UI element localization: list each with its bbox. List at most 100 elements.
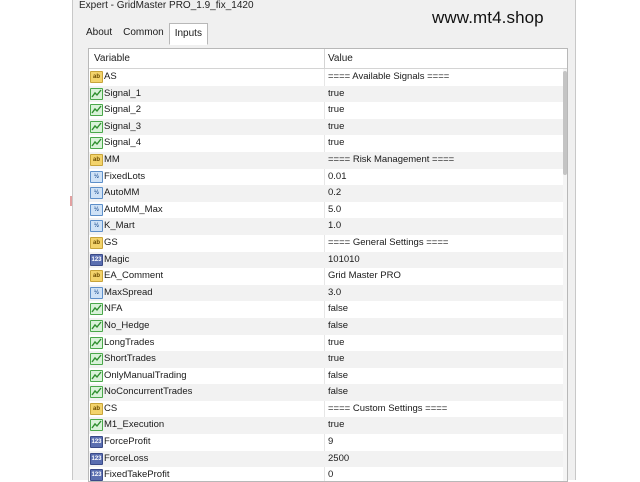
table-row[interactable]: ½ MaxSpread 3.0 [89, 284, 567, 302]
variable-name: AS [104, 71, 117, 82]
variable-value[interactable]: 3.0 [328, 286, 341, 299]
variable-name: Signal_1 [104, 87, 141, 99]
table-rows: ab AS ==== Available Signals ==== Signal_1 t… [89, 69, 567, 481]
boolean-type-icon [90, 104, 103, 117]
variable-value[interactable]: false [328, 302, 348, 315]
double-type-icon: ½ [90, 170, 103, 183]
table-row[interactable]: NoConcurrentTrades false [89, 384, 567, 401]
boolean-type-icon [90, 336, 103, 349]
variable-name: MaxSpread [104, 286, 153, 298]
variable-value[interactable]: true [328, 103, 344, 116]
double-type-icon: ½ [90, 203, 103, 216]
variable-value[interactable]: false [328, 369, 348, 382]
table-row[interactable]: No_Hedge false [89, 317, 567, 335]
variable-value[interactable]: ==== Risk Management ==== [328, 153, 454, 166]
variable-name: EA_Comment [104, 270, 164, 282]
variable-name: MM [104, 153, 120, 165]
table-row[interactable]: ab AS ==== Available Signals ==== [89, 69, 567, 86]
string-type-icon: ab [90, 236, 103, 249]
variable-name: AutoMM [104, 187, 140, 199]
table-row[interactable]: 123 ForceProfit 9 [89, 434, 567, 451]
variable-value[interactable]: false [328, 385, 348, 398]
table-row[interactable]: ab MM ==== Risk Management ==== [89, 151, 567, 169]
table-row[interactable]: 123 Magic 101010 [89, 251, 567, 269]
variable-name: K_Mart [104, 220, 135, 232]
boolean-type-icon [90, 87, 103, 100]
table-row[interactable]: ShortTrades true [89, 351, 567, 368]
integer-type-icon: 123 [90, 436, 103, 449]
table-row[interactable]: OnlyManualTrading false [89, 368, 567, 385]
integer-type-icon: 123 [90, 452, 103, 465]
table-row[interactable]: ab CS ==== Custom Settings ==== [89, 401, 567, 418]
watermark-text: www.mt4.shop [432, 8, 544, 27]
vertical-scrollbar[interactable] [563, 69, 567, 481]
double-type-icon: ½ [90, 286, 103, 299]
variable-value[interactable]: 2500 [328, 452, 349, 465]
variable-value[interactable]: 0.2 [328, 186, 341, 199]
inputs-table: Variable Value ab AS ==== Available Signal… [88, 48, 568, 482]
integer-type-icon: 123 [90, 253, 103, 266]
boolean-type-icon [90, 319, 103, 332]
table-row[interactable]: Signal_3 true [89, 118, 567, 136]
boolean-type-icon [90, 386, 103, 399]
variable-value[interactable]: true [328, 336, 344, 349]
variable-name: CS [104, 402, 118, 414]
variable-value[interactable]: 1.0 [328, 219, 341, 232]
variable-name: FixedLots [104, 170, 146, 182]
integer-type-icon: 123 [90, 469, 103, 481]
variable-value[interactable]: 0 [328, 468, 333, 481]
table-row[interactable]: Signal_2 true [89, 102, 567, 119]
variable-value[interactable]: 101010 [328, 253, 360, 266]
variable-name: ForceLoss [104, 452, 149, 464]
variable-name: M1_Execution [104, 419, 165, 431]
table-row[interactable]: ab EA_Comment Grid Master PRO [89, 268, 567, 285]
table-row[interactable]: ab GS ==== General Settings ==== [89, 235, 567, 252]
variable-value[interactable]: true [328, 87, 344, 100]
variable-name: LongTrades [104, 336, 155, 348]
table-row[interactable]: NFA false [89, 301, 567, 318]
table-row[interactable]: ½ AutoMM_Max 5.0 [89, 202, 567, 219]
variable-value[interactable]: true [328, 418, 344, 431]
scrollbar-thumb[interactable] [563, 71, 567, 175]
double-type-icon: ½ [90, 220, 103, 233]
table-row[interactable]: Signal_1 true [89, 85, 567, 103]
variable-name: OnlyManualTrading [104, 369, 187, 381]
table-row[interactable]: M1_Execution true [89, 417, 567, 435]
variable-value[interactable]: Grid Master PRO [328, 269, 401, 282]
table-row[interactable]: ½ AutoMM 0.2 [89, 185, 567, 202]
left-gutter [0, 0, 73, 480]
variable-value[interactable]: 9 [328, 435, 333, 448]
variable-value[interactable]: true [328, 120, 344, 133]
table-row[interactable]: ½ K_Mart 1.0 [89, 218, 567, 235]
table-row[interactable]: ½ FixedLots 0.01 [89, 169, 567, 186]
string-type-icon: ab [90, 270, 103, 283]
table-row[interactable]: Signal_4 true [89, 135, 567, 152]
table-row[interactable]: LongTrades true [89, 335, 567, 352]
variable-name: No_Hedge [104, 319, 150, 331]
header-divider[interactable] [324, 49, 325, 68]
variable-name: Magic [104, 253, 130, 265]
tab-bar: About Common Inputs [80, 22, 208, 45]
variable-value[interactable]: 5.0 [328, 203, 341, 216]
variable-name: GS [104, 236, 118, 248]
variable-name: NFA [104, 303, 123, 315]
tab-about[interactable]: About [80, 22, 118, 44]
boolean-type-icon [90, 303, 103, 316]
boolean-type-icon [90, 137, 103, 150]
window-title: Expert - GridMaster PRO_1.9_fix_1420 [79, 0, 254, 11]
column-header-variable[interactable]: Variable [94, 53, 130, 64]
tab-common[interactable]: Common [117, 22, 170, 44]
table-row[interactable]: 123 ForceLoss 2500 [89, 450, 567, 468]
tab-inputs[interactable]: Inputs [168, 23, 208, 45]
variable-value[interactable]: ==== Available Signals ==== [328, 70, 449, 83]
variable-value[interactable]: ==== General Settings ==== [328, 236, 448, 249]
variable-value[interactable]: true [328, 352, 344, 365]
variable-name: FixedTakeProfit [104, 469, 170, 481]
variable-value[interactable]: ==== Custom Settings ==== [328, 402, 447, 415]
boolean-type-icon [90, 369, 103, 382]
column-header-value[interactable]: Value [328, 53, 353, 64]
variable-value[interactable]: false [328, 319, 348, 332]
variable-value[interactable]: 0.01 [328, 170, 347, 183]
variable-name: Signal_2 [104, 104, 141, 116]
variable-value[interactable]: true [328, 136, 344, 149]
